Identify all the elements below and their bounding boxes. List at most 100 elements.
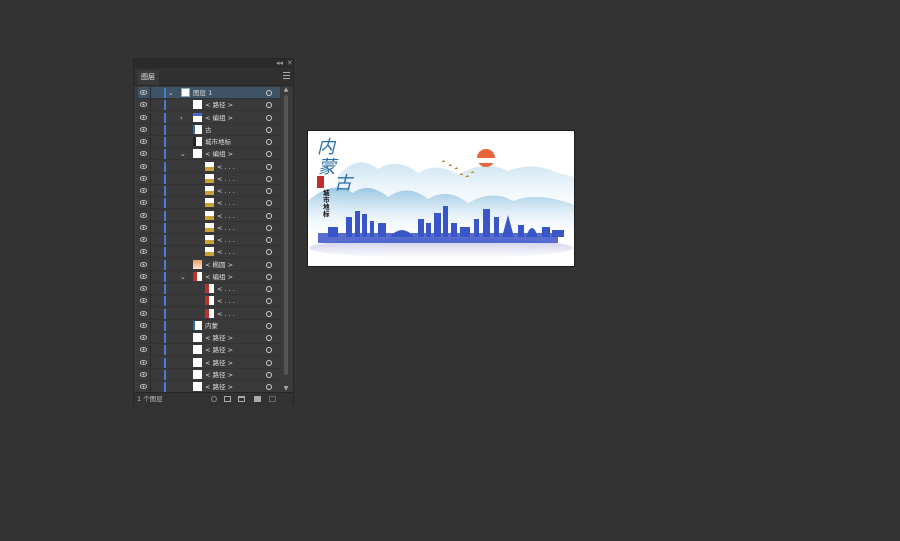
visibility-eye-icon[interactable]: [140, 126, 147, 132]
target-circle-icon[interactable]: [266, 335, 272, 341]
layer-name[interactable]: < . . .: [217, 210, 235, 222]
target-circle-icon[interactable]: [266, 249, 272, 256]
target-circle-icon[interactable]: [266, 126, 272, 133]
visibility-eye-icon[interactable]: [140, 310, 147, 316]
visibility-eye-icon[interactable]: [140, 322, 147, 328]
target-circle-icon[interactable]: [266, 371, 272, 378]
layer-name[interactable]: 内蒙: [205, 320, 218, 332]
new-sublayer-icon[interactable]: [238, 396, 245, 402]
layer-name[interactable]: < 路径 >: [205, 332, 233, 344]
layer-name[interactable]: < 路径 >: [205, 99, 233, 111]
lock-column[interactable]: [150, 209, 151, 222]
layer-row[interactable]: < . . .: [138, 307, 280, 320]
lock-column[interactable]: [150, 185, 151, 197]
visibility-eye-icon[interactable]: [140, 286, 147, 291]
lock-column[interactable]: [150, 332, 151, 344]
lock-column[interactable]: [150, 123, 151, 136]
layer-row[interactable]: < . . .: [138, 197, 280, 210]
layer-row[interactable]: ⌄ 图层 1: [138, 87, 280, 99]
target-circle-icon[interactable]: [266, 347, 272, 354]
layer-row[interactable]: < . . .: [138, 246, 280, 259]
layer-name[interactable]: < . . .: [217, 161, 235, 173]
target-circle-icon[interactable]: [266, 273, 272, 280]
layer-row[interactable]: < . . .: [138, 172, 280, 185]
locate-object-icon[interactable]: [211, 396, 217, 402]
layer-name[interactable]: < . . .: [217, 197, 235, 209]
lock-column[interactable]: [150, 87, 151, 99]
target-circle-icon[interactable]: [266, 261, 272, 268]
lock-column[interactable]: [150, 283, 151, 295]
visibility-eye-icon[interactable]: [140, 188, 147, 193]
layer-name[interactable]: < . . .: [217, 185, 235, 197]
layer-row[interactable]: ⌄ < 编组 >: [138, 148, 280, 161]
visibility-eye-icon[interactable]: [140, 90, 147, 95]
lock-column[interactable]: [150, 148, 151, 161]
layer-row[interactable]: 城市地标: [138, 136, 280, 148]
visibility-eye-icon[interactable]: [140, 371, 147, 377]
lock-column[interactable]: [150, 234, 151, 246]
chevron-down-icon[interactable]: ⌄: [180, 271, 186, 283]
visibility-eye-icon[interactable]: [140, 335, 147, 340]
scroll-up-icon[interactable]: ▲: [282, 87, 290, 93]
clipping-mask-icon[interactable]: [224, 396, 231, 402]
lock-column[interactable]: [150, 344, 151, 357]
layer-row[interactable]: < 椭圆 >: [138, 258, 280, 271]
layer-name[interactable]: < 路径 >: [205, 381, 233, 392]
layer-row[interactable]: < . . .: [138, 221, 280, 234]
lock-column[interactable]: [150, 368, 151, 381]
layer-row[interactable]: < . . .: [138, 234, 280, 246]
panel-menu-icon[interactable]: [283, 72, 290, 80]
chevron-right-icon[interactable]: ›: [180, 112, 183, 124]
visibility-eye-icon[interactable]: [140, 163, 147, 169]
visibility-eye-icon[interactable]: [140, 384, 147, 389]
collapse-panel-icon[interactable]: ◂◂: [276, 59, 283, 68]
layer-name[interactable]: < 椭圆 >: [205, 259, 233, 271]
layer-row[interactable]: ⌄ < 编组 >: [138, 270, 280, 283]
visibility-eye-icon[interactable]: [140, 237, 147, 242]
layer-name[interactable]: < . . .: [217, 234, 235, 246]
lock-column[interactable]: [150, 99, 151, 112]
target-circle-icon[interactable]: [266, 286, 272, 292]
layer-name[interactable]: < 路径 >: [205, 357, 233, 369]
layer-name[interactable]: < . . .: [217, 246, 235, 258]
target-circle-icon[interactable]: [266, 212, 272, 219]
visibility-eye-icon[interactable]: [140, 212, 147, 218]
layer-name[interactable]: < 路径 >: [205, 369, 233, 381]
visibility-eye-icon[interactable]: [140, 224, 147, 230]
layer-row[interactable]: 内蒙: [138, 319, 280, 332]
target-circle-icon[interactable]: [266, 200, 272, 207]
target-circle-icon[interactable]: [266, 322, 272, 329]
lock-column[interactable]: [150, 136, 151, 148]
scroll-thumb[interactable]: [284, 95, 288, 375]
delete-layer-icon[interactable]: [269, 396, 276, 402]
layer-row[interactable]: < 路径 >: [138, 368, 280, 381]
lock-column[interactable]: [150, 270, 151, 283]
chevron-down-icon[interactable]: ⌄: [180, 148, 186, 160]
lock-column[interactable]: [150, 111, 151, 124]
lock-column[interactable]: [150, 295, 151, 308]
layer-row[interactable]: < 路径 >: [138, 356, 280, 369]
visibility-eye-icon[interactable]: [140, 200, 147, 206]
target-circle-icon[interactable]: [266, 188, 272, 194]
visibility-eye-icon[interactable]: [140, 151, 147, 157]
target-circle-icon[interactable]: [266, 163, 272, 170]
visibility-eye-icon[interactable]: [140, 114, 147, 120]
target-circle-icon[interactable]: [266, 90, 272, 96]
target-circle-icon[interactable]: [266, 175, 272, 182]
target-circle-icon[interactable]: [266, 384, 272, 390]
visibility-eye-icon[interactable]: [140, 359, 147, 365]
layer-name[interactable]: 城市地标: [205, 136, 231, 148]
target-circle-icon[interactable]: [266, 224, 272, 231]
lock-column[interactable]: [150, 356, 151, 369]
target-circle-icon[interactable]: [266, 298, 272, 305]
target-circle-icon[interactable]: [266, 237, 272, 243]
lock-column[interactable]: [150, 246, 151, 259]
lock-column[interactable]: [150, 307, 151, 320]
target-circle-icon[interactable]: [266, 151, 272, 158]
target-circle-icon[interactable]: [266, 102, 272, 109]
lock-column[interactable]: [150, 221, 151, 234]
layer-row[interactable]: < . . .: [138, 209, 280, 222]
chevron-down-icon[interactable]: ⌄: [168, 87, 174, 99]
layer-scrollbar[interactable]: ▲ ▼: [282, 87, 290, 392]
layer-row[interactable]: < . . .: [138, 283, 280, 295]
